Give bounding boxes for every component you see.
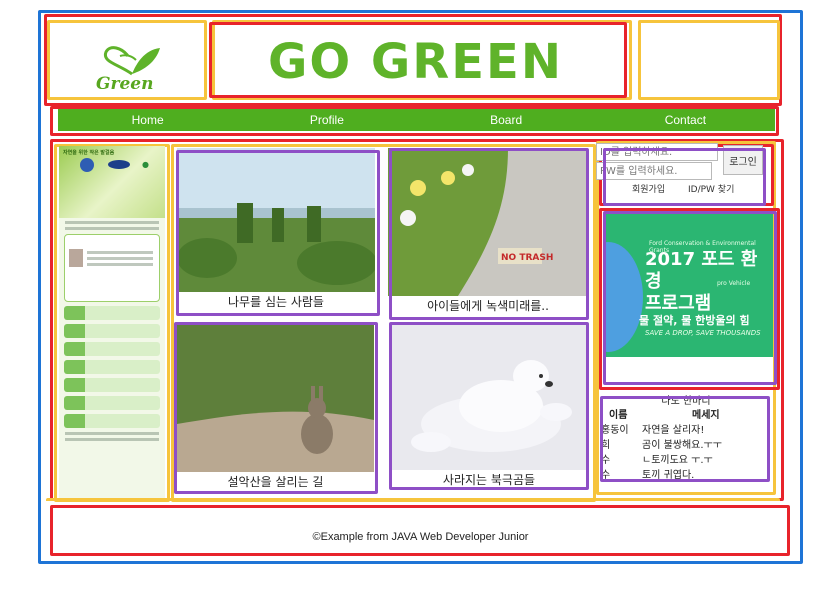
tile-outline (176, 150, 380, 316)
login-outline (603, 148, 766, 206)
tile-outline (174, 322, 378, 494)
site-title: GO GREEN (267, 34, 564, 90)
campaign-poster: 자연을 위한 작은 발걸음 (59, 146, 165, 498)
poster-text-line (65, 221, 159, 224)
poster-header-image: 자연을 위한 작은 발걸음 (59, 146, 165, 218)
nav-contact[interactable]: Contact (596, 109, 775, 131)
poster-profile-photo (69, 249, 83, 267)
footer-copyright: ©Example from JAVA Web Developer Junior (312, 531, 529, 543)
ad-sponsor-logo (80, 158, 94, 172)
nav-home[interactable]: Home (58, 109, 237, 131)
header-right-outline (638, 20, 780, 100)
footer-inner-outline (46, 498, 780, 506)
poster-text-line (65, 227, 159, 230)
poster-list-row (64, 378, 160, 392)
poster-title: 자연을 위한 작은 발걸음 (63, 150, 115, 156)
ad-purple-outline (603, 211, 777, 385)
poster-text-line (65, 438, 159, 441)
ad-sponsor-logo: ● (142, 160, 149, 169)
tile-outline (389, 148, 589, 320)
poster-list-row (64, 396, 160, 410)
poster-text-line (87, 251, 153, 254)
poster-list-row (64, 360, 160, 374)
tile-outline (389, 322, 589, 490)
poster-text-line (87, 257, 153, 260)
logo-text: Green (96, 74, 154, 94)
ford-logo (108, 160, 130, 169)
nav-profile[interactable]: Profile (237, 109, 416, 131)
poster-list-row (64, 342, 160, 356)
poster-list-row (64, 306, 160, 320)
poster-list-row (64, 324, 160, 338)
main-nav: Home Profile Board Contact (58, 109, 775, 131)
poster-text-line (87, 263, 153, 266)
nav-board[interactable]: Board (417, 109, 596, 131)
guestbook-outline (600, 396, 770, 482)
poster-profile-card (64, 234, 160, 302)
poster-text-line (65, 432, 159, 435)
poster-list-row (64, 414, 160, 428)
